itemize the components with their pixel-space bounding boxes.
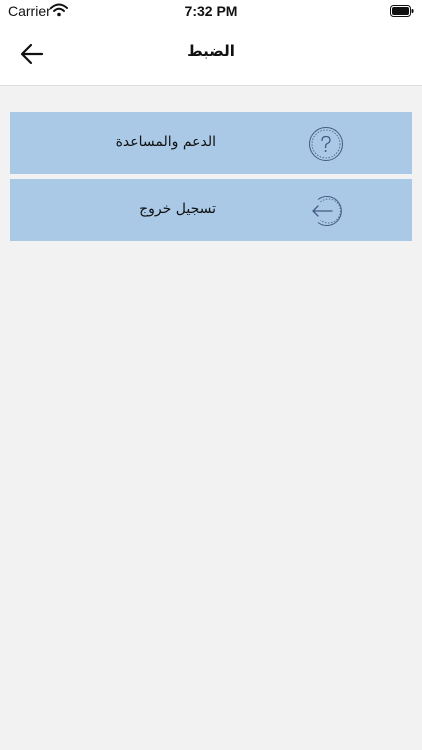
question-circle-icon [309, 127, 343, 161]
navigation-bar: الضبط [0, 22, 422, 86]
status-time: 7:32 PM [184, 3, 238, 19]
support-help-item[interactable]: الدعم والمساعدة [10, 112, 412, 174]
logout-label: تسجيل خروج [139, 201, 216, 217]
battery-icon [390, 5, 414, 17]
logout-item[interactable]: تسجيل خروج [10, 179, 412, 241]
settings-menu: الدعم والمساعدة تسجيل خروج [10, 112, 412, 246]
logout-arrow-icon [312, 196, 342, 226]
support-help-label: الدعم والمساعدة [115, 134, 216, 150]
status-bar: Carrier 7:32 PM [0, 0, 422, 22]
page-title: الضبط [187, 42, 235, 60]
